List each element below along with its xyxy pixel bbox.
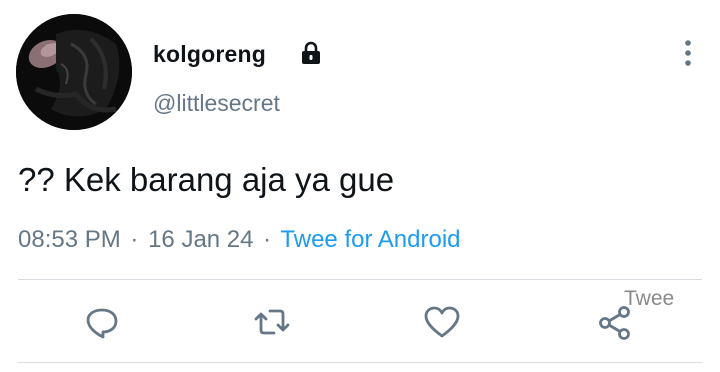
more-options-icon[interactable] [676,36,700,70]
app-watermark: Twee [624,287,675,310]
tweet-text: ?? Kek barang aja ya gue [18,161,395,198]
meta-separator: · [263,226,272,253]
tweet-time: 08:53 PM [18,226,121,253]
like-button[interactable] [422,302,462,342]
retweet-button[interactable] [252,302,292,342]
tweet-meta: 08:53 PM · 16 Jan 24 · Twee for Android [18,226,461,254]
avatar[interactable] [16,14,132,130]
avatar-image [16,14,132,130]
display-name[interactable]: kolgoreng [153,41,266,68]
like-icon [424,306,460,338]
divider [18,279,702,280]
retweet-icon [254,309,290,335]
divider [18,362,702,363]
reply-button[interactable] [82,302,122,342]
tweet-source-link[interactable]: Twee for Android [280,226,460,253]
lock-icon [302,41,320,64]
reply-icon [86,308,118,339]
meta-separator: · [130,226,139,253]
user-handle[interactable]: @littlesecret [153,90,280,117]
tweet-date: 16 Jan 24 [148,226,254,253]
